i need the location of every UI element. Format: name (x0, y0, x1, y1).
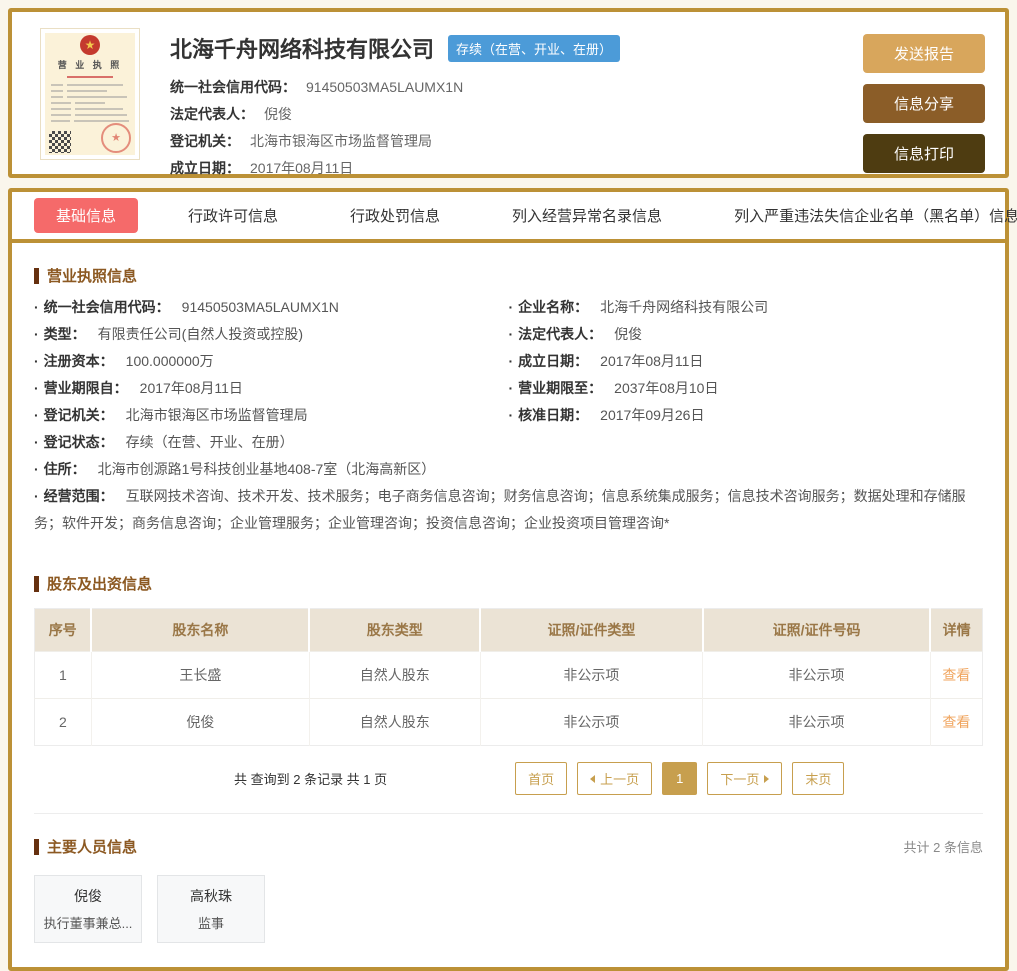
basic-info-content: 营业执照信息 统一社会信用代码：91450503MA5LAUMX1N 类型：有限… (12, 265, 1005, 943)
field-uscc: 统一社会信用代码：91450503MA5LAUMX1N (34, 294, 509, 321)
shareholder-row: 1 王长盛 自然人股东 非公示项 非公示项 查看 (34, 651, 983, 699)
cell-shareholder-type: 自然人股东 (309, 698, 481, 746)
cell-cert-no: 非公示项 (702, 698, 931, 746)
person-name: 高秋珠 (190, 888, 232, 904)
section-title-bar (34, 267, 39, 284)
field-term-to: 营业期限至：2037年08月10日 (509, 375, 984, 402)
field-establish-date: 成立日期： 2017年08月11日 (170, 160, 354, 176)
company-name: 北海千舟网络科技有限公司 (170, 37, 435, 62)
field-registered-capital: 注册资本：100.000000万 (34, 348, 509, 375)
pagination-row: 共 查询到 2 条记录 共 1 页 首页 上一页 1 下一页 末页 (34, 762, 983, 795)
field-approval-date: 核准日期：2017年09月26日 (509, 402, 984, 429)
page-last-button[interactable]: 末页 (792, 762, 845, 795)
person-role: 执行董事兼总... (43, 916, 133, 931)
person-card[interactable]: 高秋珠 监事 (157, 875, 265, 943)
table-header-row: 序号 股东名称 股东类型 证照/证件类型 证照/证件号码 详情 (34, 608, 983, 652)
business-license-image[interactable]: ★ 营 业 执 照 ★ (40, 28, 140, 160)
qr-code (49, 131, 71, 153)
cell-shareholder-type: 自然人股东 (309, 651, 481, 699)
license-text-lines (51, 84, 129, 122)
shareholders-section-title: 股东及出资信息 (34, 573, 983, 594)
section-title-bar (34, 838, 39, 855)
tab-admin-penalty[interactable]: 行政处罚信息 (314, 205, 476, 226)
field-registration-status: 登记状态：存续（在营、开业、在册） (34, 429, 983, 456)
main-card: 基础信息 行政许可信息 行政处罚信息 列入经营异常名录信息 列入严重违法失信企业… (8, 188, 1017, 971)
prev-arrow-icon (590, 774, 596, 783)
share-info-button[interactable]: 信息分享 (863, 84, 985, 123)
cell-no: 2 (34, 698, 92, 746)
personnel-cards: 倪俊 执行董事兼总... 高秋珠 监事 (34, 875, 983, 943)
column-header-detail: 详情 (930, 608, 983, 652)
cell-no: 1 (34, 651, 92, 699)
national-emblem-icon: ★ (80, 35, 100, 55)
view-detail-link[interactable]: 查看 (942, 667, 970, 683)
tab-abnormal-operation-list[interactable]: 列入经营异常名录信息 (476, 205, 698, 226)
license-regno-line (67, 76, 113, 78)
section-title-bar (34, 575, 39, 592)
record-summary: 共 查询到 2 条记录 共 1 页 (234, 772, 388, 787)
cell-shareholder-name: 王长盛 (91, 651, 310, 699)
red-seal-stamp: ★ (101, 123, 131, 153)
field-business-scope: 经营范围：互联网技术咨询、技术开发、技术服务；电子商务信息咨询；财务信息咨询；信… (34, 483, 983, 537)
field-legal-representative: 法定代表人：倪俊 (509, 321, 984, 348)
company-header-card: ★ 营 业 执 照 ★ 北海千舟网络科技有限公司 存续（在营、开业、在册） 统一… (8, 8, 1009, 178)
page: ★ 营 业 执 照 ★ 北海千舟网络科技有限公司 存续（在营、开业、在册） 统一… (0, 0, 1017, 971)
page-first-button[interactable]: 首页 (515, 762, 568, 795)
send-report-button[interactable]: 发送报告 (863, 34, 985, 73)
field-company-name: 企业名称：北海千舟网络科技有限公司 (509, 294, 984, 321)
field-registration-authority: 登记机关：北海市银海区市场监督管理局 (170, 133, 432, 149)
field-establishment-date: 成立日期：2017年08月11日 (509, 348, 984, 375)
print-info-button[interactable]: 信息打印 (863, 134, 985, 173)
company-summary: 北海千舟网络科技有限公司 存续（在营、开业、在册） 统一社会信用代码： 91450… (170, 26, 863, 182)
column-header-cert-type: 证照/证件类型 (480, 608, 704, 652)
person-role: 监事 (197, 916, 224, 931)
column-header-cert-no: 证照/证件号码 (702, 608, 932, 652)
personnel-section-header: 主要人员信息 共计 2 条信息 (34, 814, 983, 857)
tab-bar: 基础信息 行政许可信息 行政处罚信息 列入经营异常名录信息 列入严重违法失信企业… (12, 192, 1017, 239)
personnel-count: 共计 2 条信息 (903, 840, 983, 855)
column-header-name: 股东名称 (91, 608, 311, 652)
field-address: 住所：北海市创源路1号科技创业基地408-7室（北海高新区） (34, 456, 983, 483)
tab-basic-info[interactable]: 基础信息 (34, 198, 139, 233)
license-info-section-title: 营业执照信息 (34, 265, 983, 286)
field-credit-code: 统一社会信用代码： 91450503MA5LAUMX1N (170, 79, 464, 95)
page-next-button[interactable]: 下一页 (707, 762, 783, 795)
shareholders-table: 序号 股东名称 股东类型 证照/证件类型 证照/证件号码 详情 1 王长盛 自然… (34, 608, 983, 746)
view-detail-link[interactable]: 查看 (942, 714, 970, 730)
person-card[interactable]: 倪俊 执行董事兼总... (34, 875, 142, 943)
next-arrow-icon (764, 774, 770, 783)
license-fields-grid: 统一社会信用代码：91450503MA5LAUMX1N 类型：有限责任公司(自然… (34, 294, 983, 429)
cell-cert-type: 非公示项 (480, 651, 704, 699)
tabbar-underline (12, 239, 1005, 243)
header-action-buttons: 发送报告 信息分享 信息打印 (863, 34, 985, 173)
cell-cert-type: 非公示项 (480, 698, 704, 746)
personnel-section-title: 主要人员信息 (34, 836, 137, 857)
page-current-button[interactable]: 1 (662, 762, 698, 795)
shareholder-row: 2 倪俊 自然人股东 非公示项 非公示项 查看 (34, 698, 983, 746)
field-legal-representative: 法定代表人：倪俊 (170, 106, 292, 122)
field-registration-authority: 登记机关：北海市银海区市场监督管理局 (34, 402, 509, 429)
pager: 首页 上一页 1 下一页 末页 (515, 762, 845, 795)
license-title: 营 业 执 照 (57, 60, 123, 70)
cell-shareholder-name: 倪俊 (91, 698, 310, 746)
column-header-type: 股东类型 (309, 608, 482, 652)
cell-cert-no: 非公示项 (702, 651, 931, 699)
column-header-no: 序号 (34, 608, 93, 652)
field-company-type: 类型：有限责任公司(自然人投资或控股) (34, 321, 509, 348)
status-badge: 存续（在营、开业、在册） (448, 34, 621, 62)
person-name: 倪俊 (74, 888, 102, 904)
tab-admin-license[interactable]: 行政许可信息 (152, 205, 314, 226)
page-prev-button[interactable]: 上一页 (577, 762, 653, 795)
tab-blacklist[interactable]: 列入严重违法失信企业名单（黑名单）信息 (698, 205, 1017, 226)
field-term-from: 营业期限自：2017年08月11日 (34, 375, 509, 402)
